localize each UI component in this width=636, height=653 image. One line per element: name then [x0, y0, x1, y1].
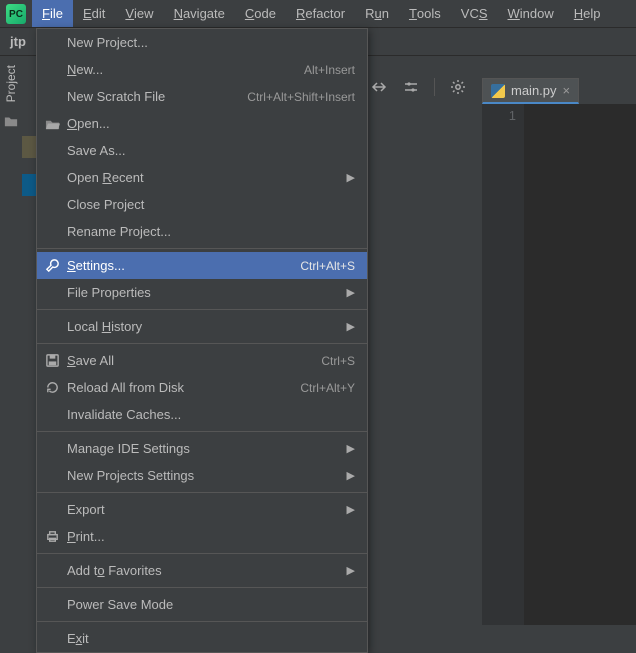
menu-separator	[37, 621, 367, 622]
gear-icon[interactable]	[449, 78, 467, 96]
menu-item-label: Close Project	[67, 197, 144, 212]
menu-item-shortcut: Ctrl+Alt+S	[300, 259, 355, 273]
menu-item-new-projects-settings[interactable]: New Projects Settings ▶	[37, 462, 367, 489]
menu-item-new[interactable]: New... Alt+Insert	[37, 56, 367, 83]
menu-separator	[37, 431, 367, 432]
reload-icon	[44, 380, 60, 396]
menu-item-manage-ide-settings[interactable]: Manage IDE Settings ▶	[37, 435, 367, 462]
menu-vcs[interactable]: VCS	[451, 0, 498, 27]
menu-separator	[37, 553, 367, 554]
print-icon	[44, 529, 60, 545]
menu-item-export[interactable]: Export ▶	[37, 496, 367, 523]
menu-item-file-properties[interactable]: File Properties ▶	[37, 279, 367, 306]
chevron-right-icon: ▶	[347, 503, 355, 516]
menu-item-shortcut: Alt+Insert	[304, 63, 355, 77]
menu-item-label: Export	[67, 502, 105, 517]
menu-item-label: Rename Project...	[67, 224, 171, 239]
menu-item-label: Open...	[67, 116, 110, 131]
menu-edit[interactable]: Edit	[73, 0, 115, 27]
menu-item-label: Power Save Mode	[67, 597, 173, 612]
settings-sliders-icon[interactable]	[402, 78, 420, 96]
menu-item-shortcut: Ctrl+Alt+Shift+Insert	[247, 90, 355, 104]
file-menu-dropdown: New Project... New... Alt+Insert New Scratc…	[36, 28, 368, 653]
menu-item-new-scratch-file[interactable]: New Scratch File Ctrl+Alt+Shift+Insert	[37, 83, 367, 110]
editor-area: 1	[482, 104, 636, 625]
menu-separator	[37, 248, 367, 249]
resize-icon[interactable]	[370, 78, 388, 96]
menu-separator	[37, 309, 367, 310]
menu-item-save-as[interactable]: Save As...	[37, 137, 367, 164]
folder-open-icon	[44, 116, 60, 132]
menu-file[interactable]: File	[32, 0, 73, 27]
menu-item-label: Add to Favorites	[67, 563, 162, 578]
menu-item-label: Invalidate Caches...	[67, 407, 181, 422]
menu-window[interactable]: Window	[498, 0, 564, 27]
editor-tab-main[interactable]: main.py ×	[482, 78, 579, 104]
menu-code[interactable]: Code	[235, 0, 286, 27]
editor-toolbar	[370, 78, 499, 96]
line-number: 1	[482, 108, 516, 123]
menu-separator	[37, 343, 367, 344]
editor-code-area[interactable]	[524, 104, 636, 625]
chevron-right-icon: ▶	[347, 286, 355, 299]
menu-run[interactable]: Run	[355, 0, 399, 27]
editor-tab-label: main.py	[511, 83, 557, 98]
menu-item-label: Exit	[67, 631, 89, 646]
menu-item-label: New Project...	[67, 35, 148, 50]
menu-item-new-project[interactable]: New Project...	[37, 29, 367, 56]
menu-item-exit[interactable]: Exit	[37, 625, 367, 652]
menu-item-label: File Properties	[67, 285, 151, 300]
menu-item-label: Save All	[67, 353, 114, 368]
menu-separator	[37, 587, 367, 588]
menu-item-shortcut: Ctrl+S	[321, 354, 355, 368]
close-icon[interactable]: ×	[563, 83, 571, 98]
menu-item-label: Save As...	[67, 143, 126, 158]
menu-item-open-recent[interactable]: Open Recent ▶	[37, 164, 367, 191]
folder-icon	[4, 114, 18, 128]
chevron-right-icon: ▶	[347, 469, 355, 482]
menu-item-label: Reload All from Disk	[67, 380, 184, 395]
menu-item-close-project[interactable]: Close Project	[37, 191, 367, 218]
menu-view[interactable]: View	[115, 0, 163, 27]
menu-item-print[interactable]: Print...	[37, 523, 367, 550]
menu-item-label: New...	[67, 62, 103, 77]
menu-item-reload-all-from-disk[interactable]: Reload All from Disk Ctrl+Alt+Y	[37, 374, 367, 401]
menu-item-label: Print...	[67, 529, 105, 544]
chevron-right-icon: ▶	[347, 442, 355, 455]
menu-item-rename-project[interactable]: Rename Project...	[37, 218, 367, 245]
menu-help[interactable]: Help	[564, 0, 611, 27]
menu-item-settings[interactable]: Settings... Ctrl+Alt+S	[37, 252, 367, 279]
menu-item-invalidate-caches[interactable]: Invalidate Caches...	[37, 401, 367, 428]
menu-separator	[37, 492, 367, 493]
menu-tools[interactable]: Tools	[399, 0, 451, 27]
project-tree-peek	[22, 120, 36, 196]
menu-item-shortcut: Ctrl+Alt+Y	[300, 381, 355, 395]
menu-item-save-all[interactable]: Save All Ctrl+S	[37, 347, 367, 374]
save-icon	[44, 353, 60, 369]
wrench-icon	[44, 258, 60, 274]
menu-item-label: Local History	[67, 319, 142, 334]
menubar: PC FileEditViewNavigateCodeRefactorRunTo…	[0, 0, 636, 28]
menu-navigate[interactable]: Navigate	[164, 0, 235, 27]
chevron-right-icon: ▶	[347, 320, 355, 333]
menu-item-add-to-favorites[interactable]: Add to Favorites ▶	[37, 557, 367, 584]
breadcrumb[interactable]: jtp	[10, 34, 26, 49]
menu-item-label: New Scratch File	[67, 89, 165, 104]
python-file-icon	[491, 84, 505, 98]
menu-item-label: Open Recent	[67, 170, 144, 185]
chevron-right-icon: ▶	[347, 171, 355, 184]
menu-item-open[interactable]: Open...	[37, 110, 367, 137]
left-toolwindow-strip: Project	[0, 57, 22, 167]
menu-item-label: New Projects Settings	[67, 468, 194, 483]
editor-gutter: 1	[482, 104, 524, 625]
menu-item-label: Manage IDE Settings	[67, 441, 190, 456]
menu-item-power-save-mode[interactable]: Power Save Mode	[37, 591, 367, 618]
chevron-right-icon: ▶	[347, 564, 355, 577]
menu-item-local-history[interactable]: Local History ▶	[37, 313, 367, 340]
pycharm-logo-icon: PC	[6, 4, 26, 24]
menu-item-label: Settings...	[67, 258, 125, 273]
separator	[434, 78, 435, 96]
project-toolwindow-tab[interactable]: Project	[2, 57, 20, 110]
menu-refactor[interactable]: Refactor	[286, 0, 355, 27]
